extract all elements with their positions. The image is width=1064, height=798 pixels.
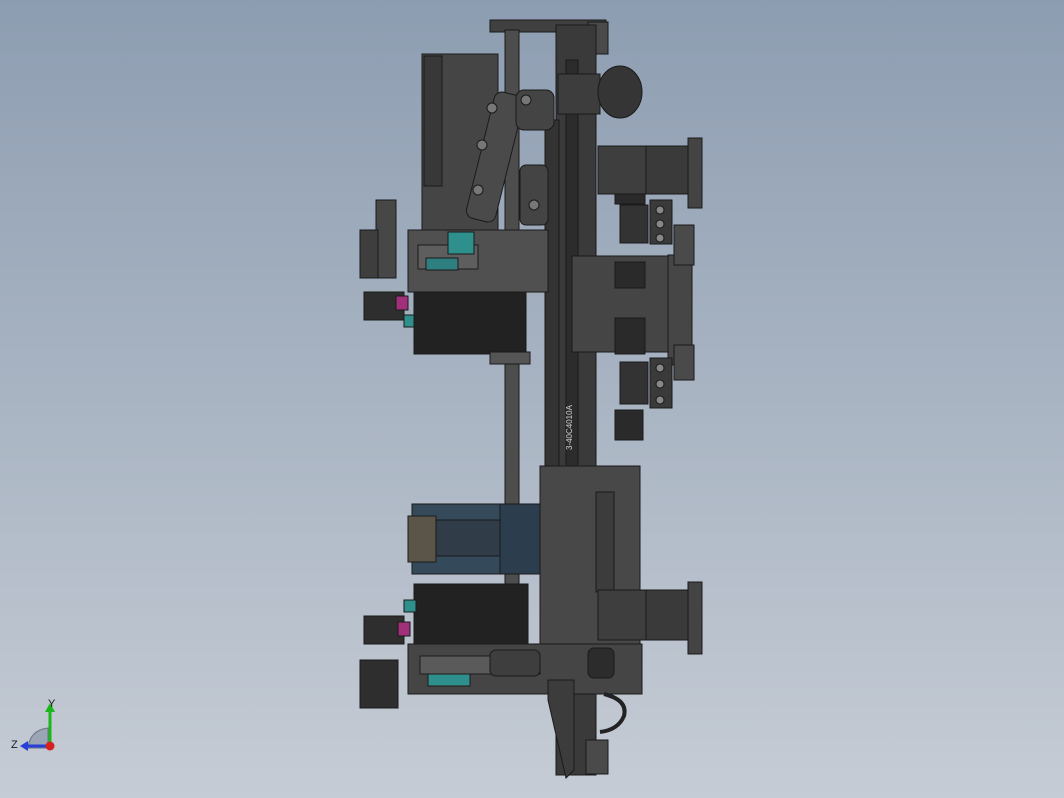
lower-right-cylinder — [645, 589, 693, 641]
left-bracket-plate — [359, 229, 379, 279]
servo-motor-shaft — [407, 515, 437, 563]
cad-model-viewport[interactable]: 3-40C4010A Y Z — [0, 0, 1064, 798]
cad-assembly[interactable]: 3-40C4010A — [359, 19, 703, 779]
upper-teal-gear-2 — [425, 257, 459, 271]
x-axis-icon — [45, 741, 55, 751]
triad-z-label: Z — [11, 739, 18, 751]
bottom-right-foot — [585, 739, 609, 775]
upper-right-cylinder-body — [597, 145, 649, 195]
bottom-cable-loop — [599, 692, 627, 734]
lower-pulley — [587, 647, 615, 679]
magenta-connector-lower — [397, 621, 411, 637]
upper-motor-block — [413, 291, 527, 355]
servo-motor-coupler — [435, 519, 501, 557]
lower-right-cylinder-body — [597, 589, 649, 641]
triad-y-label: Y — [48, 698, 56, 710]
upper-motor-base — [489, 351, 531, 365]
upper-cylinder-shadow — [423, 55, 443, 187]
lower-belt-wheel — [489, 649, 541, 677]
left-bracket-upper — [375, 199, 397, 279]
lower-right-cylinder-flange — [687, 581, 703, 655]
lower-motor-block — [413, 583, 529, 647]
coordinate-triad: Y Z — [11, 698, 56, 751]
magenta-connector-upper — [395, 295, 409, 311]
teal-connector-lower — [403, 599, 417, 613]
z-axis-arrow-icon — [20, 741, 28, 751]
valve-lower — [673, 344, 695, 381]
valve-upper — [673, 224, 695, 266]
upper-right-cylinder-flange — [687, 137, 703, 209]
upper-right-cylinder — [645, 145, 693, 195]
upper-teal-gear — [447, 231, 475, 255]
top-roller — [597, 65, 643, 119]
top-roller-mount — [557, 73, 601, 115]
lower-teal-gear — [427, 673, 471, 687]
lower-right-rail — [595, 491, 615, 593]
left-sensor-lower — [359, 659, 399, 709]
part-number-label: 3-40C4010A — [565, 404, 574, 450]
